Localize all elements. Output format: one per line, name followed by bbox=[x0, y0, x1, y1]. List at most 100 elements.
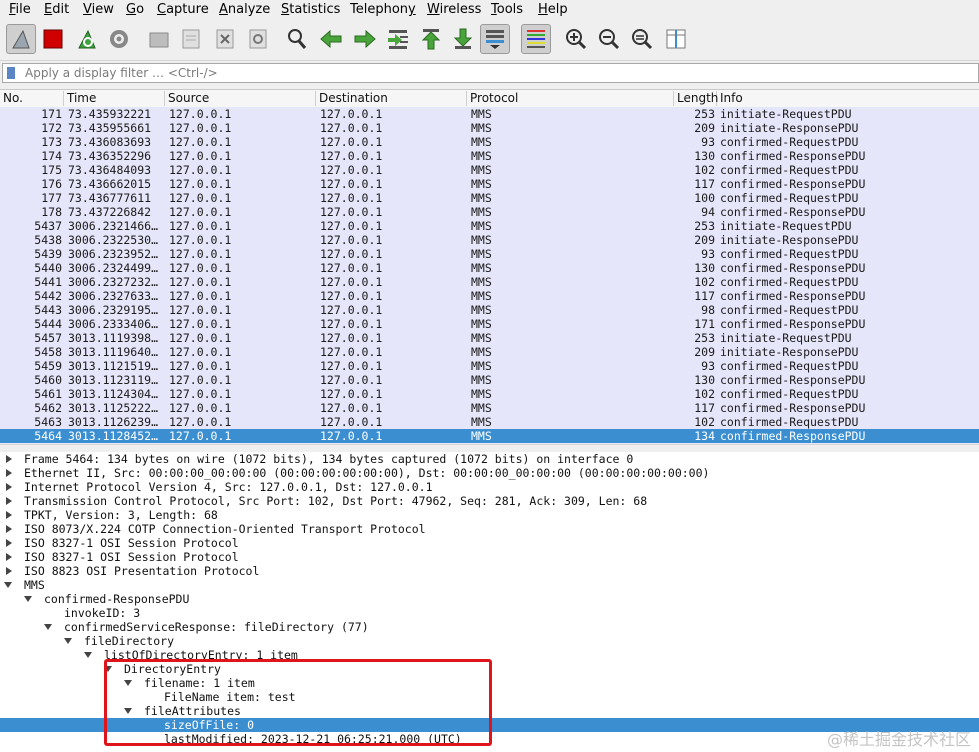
menu-item-2[interactable]: View bbox=[83, 2, 114, 17]
open-folder-icon[interactable] bbox=[144, 24, 174, 54]
find-icon[interactable] bbox=[282, 24, 312, 54]
expand-down-icon[interactable] bbox=[4, 582, 12, 588]
close-file-icon[interactable] bbox=[210, 24, 240, 54]
column-header-protocol[interactable]: Protocol bbox=[467, 91, 674, 106]
table-row[interactable]: 5459 3013.1121519… 127.0.0.1 127.0.0.1 MMS 93… bbox=[0, 359, 979, 373]
tree-item[interactable]: DirectoryEntry bbox=[0, 662, 979, 676]
tree-item[interactable]: listOfDirectoryEntry: 1 item bbox=[0, 648, 979, 662]
tree-item[interactable]: ISO 8073/X.224 COTP Connection-Oriented … bbox=[0, 522, 979, 536]
zoom-out-icon[interactable] bbox=[594, 24, 624, 54]
table-row[interactable]: 5441 3006.2327232… 127.0.0.1 127.0.0.1 MMS 10… bbox=[0, 275, 979, 289]
tree-item[interactable]: FileName item: test bbox=[0, 690, 979, 704]
go-first-icon[interactable] bbox=[416, 24, 446, 54]
autoscroll-icon[interactable] bbox=[480, 24, 510, 54]
table-row[interactable]: 5458 3013.1119640… 127.0.0.1 127.0.0.1 MMS 20… bbox=[0, 345, 979, 359]
expand-right-icon[interactable] bbox=[6, 567, 12, 575]
tree-item[interactable]: Transmission Control Protocol, Src Port:… bbox=[0, 494, 979, 508]
tree-item[interactable]: invokeID: 3 bbox=[0, 606, 979, 620]
column-header-source[interactable]: Source bbox=[165, 91, 316, 106]
expand-right-icon[interactable] bbox=[6, 539, 12, 547]
table-row[interactable]: 5442 3006.2327633… 127.0.0.1 127.0.0.1 MMS 11… bbox=[0, 289, 979, 303]
menu-item-3[interactable]: Go bbox=[126, 2, 144, 17]
tree-item[interactable]: Internet Protocol Version 4, Src: 127.0.… bbox=[0, 480, 979, 494]
table-row[interactable]: 5463 3013.1126239… 127.0.0.1 127.0.0.1 MMS 10… bbox=[0, 415, 979, 429]
expand-down-icon[interactable] bbox=[84, 652, 92, 658]
menu-item-7[interactable]: Telephony bbox=[350, 2, 416, 17]
tree-item[interactable]: Ethernet II, Src: 00:00:00_00:00:00 (00:… bbox=[0, 466, 979, 480]
menu-item-8[interactable]: Wireless bbox=[427, 2, 481, 17]
menu-item-9[interactable]: Tools bbox=[491, 2, 523, 17]
packet-list[interactable]: 171 73.435932221 127.0.0.1 127.0.0.1 MMS 253 i… bbox=[0, 107, 979, 444]
table-row[interactable]: 173 73.436083693 127.0.0.1 127.0.0.1 MMS 93 co… bbox=[0, 135, 979, 149]
table-row[interactable]: 5440 3006.2324499… 127.0.0.1 127.0.0.1 MMS 13… bbox=[0, 261, 979, 275]
column-header-length[interactable]: Length bbox=[674, 91, 718, 106]
expand-right-icon[interactable] bbox=[6, 455, 12, 463]
table-row[interactable]: 172 73.435955661 127.0.0.1 127.0.0.1 MMS 209 i… bbox=[0, 121, 979, 135]
expand-right-icon[interactable] bbox=[6, 497, 12, 505]
table-row[interactable]: 175 73.436484093 127.0.0.1 127.0.0.1 MMS 102 c… bbox=[0, 163, 979, 177]
table-row[interactable]: 5460 3013.1123119… 127.0.0.1 127.0.0.1 MMS 13… bbox=[0, 373, 979, 387]
column-header-destination[interactable]: Destination bbox=[316, 91, 467, 106]
expand-right-icon[interactable] bbox=[6, 469, 12, 477]
menu-item-10[interactable]: Help bbox=[538, 2, 568, 17]
display-filter-input[interactable] bbox=[25, 65, 965, 81]
save-file-icon[interactable] bbox=[176, 24, 206, 54]
table-row[interactable]: 5462 3013.1125222… 127.0.0.1 127.0.0.1 MMS 11… bbox=[0, 401, 979, 415]
reload-icon[interactable] bbox=[243, 24, 273, 54]
go-last-icon[interactable] bbox=[448, 24, 478, 54]
column-header-time[interactable]: Time bbox=[64, 91, 165, 106]
table-row[interactable]: 5443 3006.2329195… 127.0.0.1 127.0.0.1 MMS 98… bbox=[0, 303, 979, 317]
table-row[interactable]: 5464 3013.1128452… 127.0.0.1 127.0.0.1 MMS 13… bbox=[0, 429, 979, 443]
options-gear-icon[interactable] bbox=[104, 24, 134, 54]
colorize-icon[interactable] bbox=[521, 24, 551, 54]
go-forward-icon[interactable] bbox=[350, 24, 380, 54]
table-row[interactable]: 176 73.436662015 127.0.0.1 127.0.0.1 MMS 117 c… bbox=[0, 177, 979, 191]
table-row[interactable]: 5438 3006.2322530… 127.0.0.1 127.0.0.1 MMS 20… bbox=[0, 233, 979, 247]
tree-item[interactable]: MMS bbox=[0, 578, 979, 592]
expand-right-icon[interactable] bbox=[6, 553, 12, 561]
tree-item[interactable]: fileDirectory bbox=[0, 634, 979, 648]
table-row[interactable]: 5461 3013.1124304… 127.0.0.1 127.0.0.1 MMS 10… bbox=[0, 387, 979, 401]
tree-item[interactable]: fileAttributes bbox=[0, 704, 979, 718]
table-row[interactable]: 5439 3006.2323952… 127.0.0.1 127.0.0.1 MMS 93… bbox=[0, 247, 979, 261]
table-row[interactable]: 174 73.436352296 127.0.0.1 127.0.0.1 MMS 130 c… bbox=[0, 149, 979, 163]
expand-right-icon[interactable] bbox=[6, 511, 12, 519]
expand-down-icon[interactable] bbox=[64, 638, 72, 644]
expand-down-icon[interactable] bbox=[104, 666, 112, 672]
go-to-packet-icon[interactable] bbox=[383, 24, 413, 54]
shark-fin-icon[interactable] bbox=[6, 24, 36, 54]
expand-down-icon[interactable] bbox=[124, 708, 132, 714]
table-row[interactable]: 5457 3013.1119398… 127.0.0.1 127.0.0.1 MMS 25… bbox=[0, 331, 979, 345]
tree-item[interactable]: ISO 8327-1 OSI Session Protocol bbox=[0, 550, 979, 564]
zoom-normal-icon[interactable] bbox=[627, 24, 657, 54]
tree-item[interactable]: TPKT, Version: 3, Length: 68 bbox=[0, 508, 979, 522]
tree-item[interactable]: confirmedServiceResponse: fileDirectory … bbox=[0, 620, 979, 634]
table-row[interactable]: 177 73.436777611 127.0.0.1 127.0.0.1 MMS 100 c… bbox=[0, 191, 979, 205]
menu-item-6[interactable]: Statistics bbox=[281, 2, 340, 17]
tree-item[interactable]: Frame 5464: 134 bytes on wire (1072 bits… bbox=[0, 452, 979, 466]
go-back-icon[interactable] bbox=[316, 24, 346, 54]
expand-down-icon[interactable] bbox=[24, 596, 32, 602]
menu-item-0[interactable]: File bbox=[9, 2, 31, 17]
expand-right-icon[interactable] bbox=[6, 483, 12, 491]
tree-item[interactable]: confirmed-ResponsePDU bbox=[0, 592, 979, 606]
table-row[interactable]: 5444 3006.2333406… 127.0.0.1 127.0.0.1 MMS 17… bbox=[0, 317, 979, 331]
stop-icon[interactable] bbox=[38, 24, 68, 54]
menu-item-5[interactable]: Analyze bbox=[219, 2, 270, 17]
menu-item-1[interactable]: Edit bbox=[44, 2, 69, 17]
tree-item[interactable]: filename: 1 item bbox=[0, 676, 979, 690]
zoom-in-icon[interactable] bbox=[561, 24, 591, 54]
table-row[interactable]: 5437 3006.2321466… 127.0.0.1 127.0.0.1 MMS 25… bbox=[0, 219, 979, 233]
table-row[interactable]: 178 73.437226842 127.0.0.1 127.0.0.1 MMS 94 co… bbox=[0, 205, 979, 219]
expand-down-icon[interactable] bbox=[44, 624, 52, 630]
bookmark-icon[interactable] bbox=[7, 67, 15, 79]
expand-down-icon[interactable] bbox=[124, 680, 132, 686]
column-header-info[interactable]: Info bbox=[717, 91, 979, 106]
tree-item[interactable]: ISO 8823 OSI Presentation Protocol bbox=[0, 564, 979, 578]
tree-item[interactable]: ISO 8327-1 OSI Session Protocol bbox=[0, 536, 979, 550]
table-row[interactable]: 171 73.435932221 127.0.0.1 127.0.0.1 MMS 253 i… bbox=[0, 107, 979, 121]
resize-columns-icon[interactable] bbox=[661, 24, 691, 54]
menu-item-4[interactable]: Capture bbox=[157, 2, 209, 17]
packet-details-tree[interactable]: Frame 5464: 134 bytes on wire (1072 bits… bbox=[0, 452, 979, 752]
column-header-no[interactable]: No. bbox=[0, 91, 64, 106]
